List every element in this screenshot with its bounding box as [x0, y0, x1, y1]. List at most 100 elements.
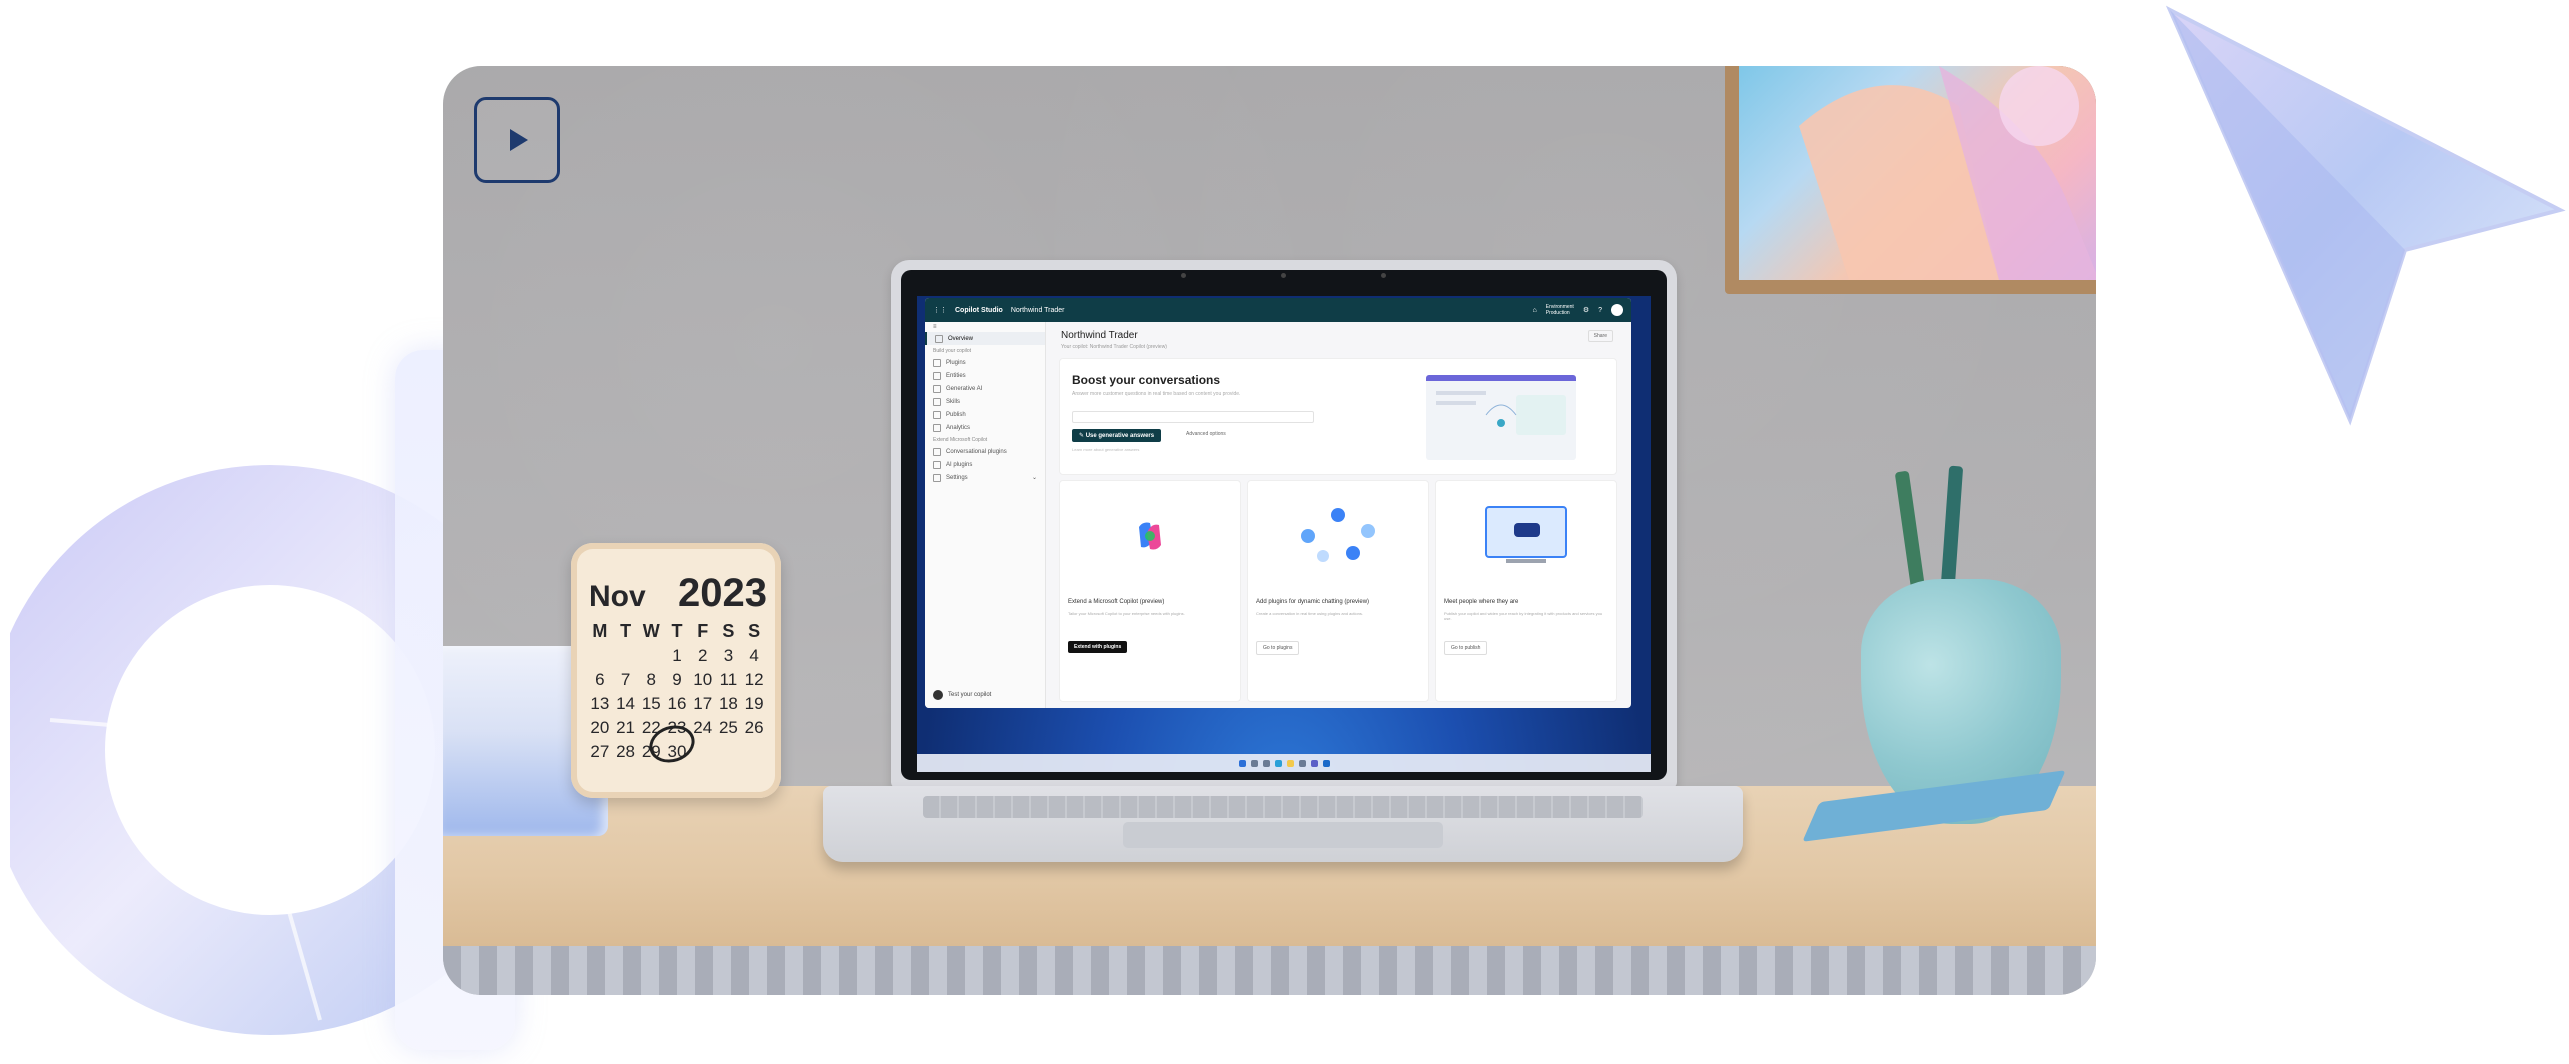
settings-icon[interactable]: ⚙	[1583, 306, 1589, 314]
conversation-diagram-illustration	[1426, 375, 1576, 460]
sidebar-item-plugins[interactable]: Plugins	[925, 356, 1045, 369]
outlook-icon[interactable]	[1322, 759, 1330, 767]
tile-extend-copilot: Extend a Microsoft Copilot (preview) Tai…	[1059, 480, 1241, 702]
windows-start-icon[interactable]	[1238, 759, 1246, 767]
skill-icon	[933, 397, 941, 406]
plugin-icon	[933, 358, 941, 367]
page-title: Northwind Trader	[1061, 330, 1138, 341]
weekday-label: F	[697, 621, 709, 641]
calendar-day: 25	[718, 718, 738, 737]
copilot-logo-icon	[1139, 522, 1161, 550]
laptop: ⋮⋮ Copilot Studio Northwind Trader ⌂ Env…	[891, 260, 1677, 788]
play-icon	[510, 129, 528, 151]
task-view-icon[interactable]	[1262, 759, 1270, 767]
boost-description: Answer more customer questions in real t…	[1072, 391, 1241, 397]
extend-with-plugins-button[interactable]: Extend with plugins	[1068, 641, 1128, 653]
tile-title: Meet people where they are	[1444, 599, 1519, 605]
desk-edge	[443, 946, 2096, 995]
store-icon[interactable]	[1298, 759, 1306, 767]
sidebar-item-skills[interactable]: Skills	[925, 395, 1045, 408]
calendar-day	[741, 742, 767, 762]
copilot-studio-window: ⋮⋮ Copilot Studio Northwind Trader ⌂ Env…	[925, 298, 1631, 708]
sidebar-item-label: Publish	[946, 411, 966, 418]
calendar-day: 4	[749, 646, 759, 665]
advanced-options-link[interactable]: Advanced options	[1186, 431, 1226, 437]
monitor-chat-illustration	[1485, 506, 1567, 563]
sidebar-item-entities[interactable]: Entities	[925, 369, 1045, 382]
play-button[interactable]	[474, 97, 560, 183]
sidebar: ≡ Overview Build your copilot Plugins En…	[925, 322, 1046, 708]
calendar-day: 24	[693, 718, 713, 737]
calendar-day: 15	[641, 694, 661, 713]
use-generative-answers-button[interactable]: ✎ Use generative answers	[1072, 429, 1162, 442]
folder-icon[interactable]	[1286, 759, 1294, 767]
plugins-network-illustration	[1301, 508, 1375, 562]
go-to-publish-button[interactable]: Go to publish	[1444, 641, 1488, 655]
app-launcher-icon[interactable]: ⋮⋮	[933, 306, 947, 314]
calendar-day	[613, 646, 639, 666]
sidebar-collapse[interactable]: ≡	[925, 322, 1045, 332]
calendar-day: 2	[697, 646, 708, 665]
video-thumbnail[interactable]: Nov 2023 M T W T F S S 1 2 3 4 6 7 8 9 1…	[443, 66, 2096, 995]
sidebar-item-label: Generative AI	[946, 385, 983, 392]
tile-title: Extend a Microsoft Copilot (preview)	[1068, 599, 1165, 605]
website-url-input[interactable]	[1072, 411, 1314, 423]
edge-icon[interactable]	[1274, 759, 1282, 767]
calendar-day	[587, 646, 613, 666]
go-to-plugins-button[interactable]: Go to plugins	[1256, 641, 1300, 655]
sidebar-item-publish[interactable]: Publish	[925, 408, 1045, 421]
workspace-name: Northwind Trader	[1010, 306, 1065, 314]
gear-icon	[933, 473, 941, 482]
teams-icon[interactable]	[1310, 759, 1318, 767]
sidebar-item-overview[interactable]: Overview	[925, 332, 1045, 345]
tile-title: Add plugins for dynamic chatting (previe…	[1256, 599, 1370, 605]
share-button[interactable]: Share	[1587, 330, 1613, 342]
sidebar-item-label: Analytics	[946, 424, 971, 431]
sidebar-item-generative-ai[interactable]: Generative AI	[925, 382, 1045, 395]
avatar[interactable]	[1611, 304, 1623, 316]
tile-publish: Meet people where they are Publish your …	[1435, 480, 1617, 702]
weekday-label: T	[620, 621, 632, 641]
weekday-label: S	[722, 621, 735, 641]
pencil-icon: ✎	[1079, 433, 1086, 439]
learn-more-link[interactable]: Learn more about generative answers	[1072, 447, 1139, 452]
sidebar-item-analytics[interactable]: Analytics	[925, 421, 1045, 434]
cursor-arrow-decoration	[2165, 5, 2566, 426]
test-copilot-button[interactable]: Test your copilot	[933, 690, 991, 700]
calendar-day: 10	[693, 670, 713, 689]
boost-card: Boost your conversations Answer more cus…	[1059, 358, 1617, 475]
tile-description: Tailor your Microsoft Copilot to your en…	[1068, 611, 1185, 616]
sidebar-section-build: Build your copilot	[933, 347, 972, 354]
calendar-day: 28	[616, 742, 636, 761]
help-icon[interactable]: ?	[1598, 307, 1602, 314]
search-icon[interactable]	[1250, 759, 1258, 767]
calendar-day: 16	[667, 694, 687, 713]
calendar-month: Nov	[589, 580, 646, 613]
test-copilot-label: Test your copilot	[948, 692, 992, 698]
sidebar-item-settings[interactable]: Settings ⌄	[925, 471, 1045, 484]
sidebar-item-label: Plugins	[946, 359, 966, 366]
calendar-day: 19	[744, 694, 764, 713]
calendar-day	[638, 646, 664, 666]
camera-dot	[1281, 273, 1286, 278]
weekday-label: W	[642, 621, 660, 641]
button-label: Use generative answers	[1085, 433, 1155, 439]
calendar-day: 18	[718, 694, 738, 713]
sidebar-item-label: Skills	[946, 398, 961, 405]
ai-icon	[933, 460, 941, 469]
desk-calendar: Nov 2023 M T W T F S S 1 2 3 4 6 7 8 9 1…	[571, 543, 781, 798]
page-subtitle: Your copilot: Northwind Trader Copilot (…	[1061, 344, 1167, 350]
calendar-day: 14	[616, 694, 636, 713]
home-icon	[935, 334, 943, 343]
weekday-label: T	[671, 621, 683, 641]
environment-picker[interactable]: Environment Production	[1546, 304, 1574, 316]
app-header: ⋮⋮ Copilot Studio Northwind Trader ⌂ Env…	[925, 298, 1631, 322]
sidebar-item-conversational-plugins[interactable]: Conversational plugins	[925, 445, 1045, 458]
laptop-bezel: ⋮⋮ Copilot Studio Northwind Trader ⌂ Env…	[901, 270, 1667, 780]
calendar-year: 2023	[678, 571, 767, 615]
calendar-day: 26	[744, 718, 764, 737]
windows-taskbar	[917, 754, 1651, 772]
calendar-day: 13	[590, 694, 610, 713]
laptop-base	[823, 786, 1743, 862]
sidebar-item-ai-plugins[interactable]: AI plugins	[925, 458, 1045, 471]
